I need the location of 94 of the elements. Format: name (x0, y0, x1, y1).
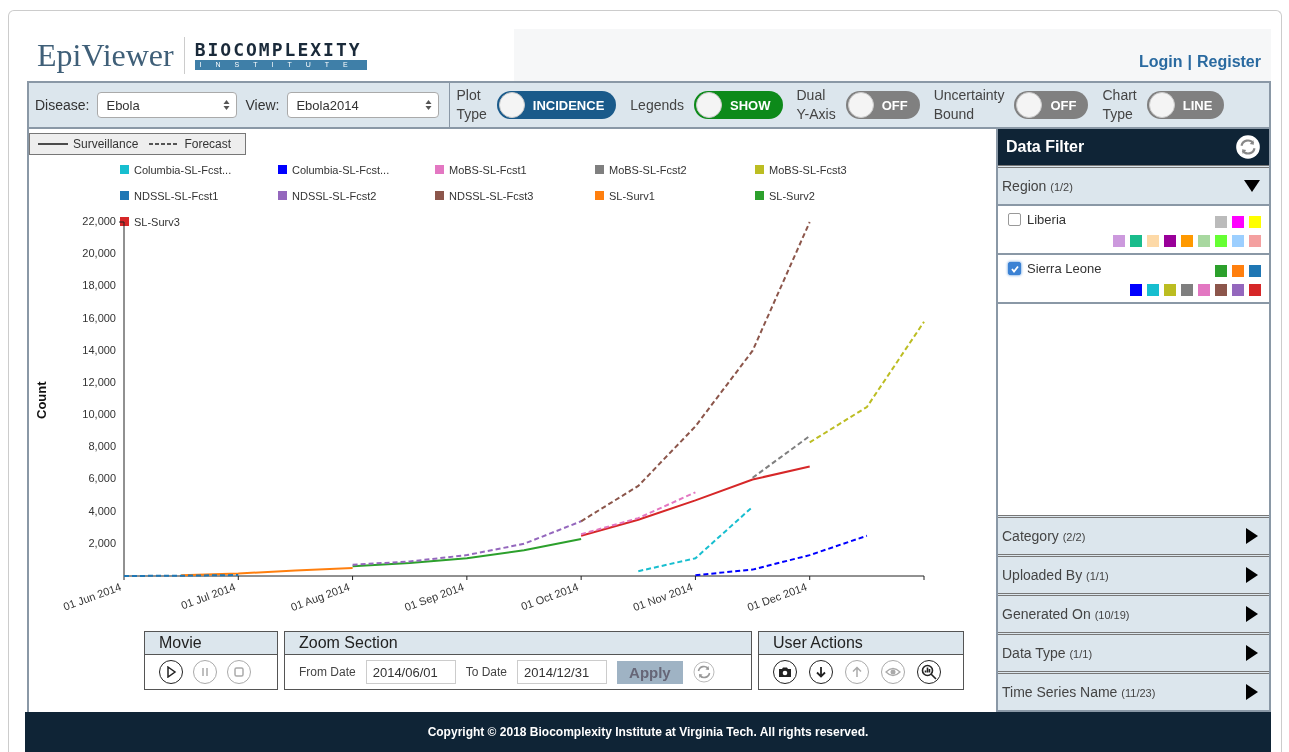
filter-section-header[interactable]: Category (2/2) (998, 515, 1269, 554)
panel-title: Zoom Section (285, 632, 751, 655)
x-tick-label: 01 Dec 2014 (745, 580, 809, 614)
chart-zoom-button[interactable] (917, 660, 941, 684)
field-label: From Date (299, 665, 356, 679)
line-sample-icon (149, 142, 180, 146)
y-tick-label: 18,000 (82, 279, 116, 292)
filter-section-header[interactable]: Uploaded By (1/1) (998, 554, 1269, 593)
toggle-label: Dual Y-Axis (796, 86, 836, 124)
toggle-switch[interactable]: OFF (845, 91, 920, 119)
legend-label: SL-Surv3 (134, 216, 180, 228)
region-label: Sierra Leone (1027, 261, 1102, 276)
line-sample-icon (38, 142, 68, 146)
legend-swatch (435, 165, 444, 174)
select-label: Disease: (35, 97, 90, 113)
copyright-text: Copyright © 2018 Biocomplexity Institute at Virginia Tech. All rights reserved. (427, 725, 869, 739)
legend-swatch (435, 191, 444, 200)
legend-label: SL-Surv2 (769, 190, 815, 202)
y-tick-label: 8,000 (88, 440, 116, 453)
toggle-switch[interactable]: OFF (1014, 91, 1089, 119)
filter-section-header[interactable]: Region (1/2) (998, 165, 1269, 204)
legend-label: Surveillance (73, 137, 139, 151)
legend-swatch (278, 165, 287, 174)
toggle-label: Chart Type (1102, 86, 1137, 124)
toggle-switch[interactable]: SHOW (694, 91, 783, 119)
legend-label: Forecast (184, 137, 232, 151)
toggle-label: Legends (630, 95, 685, 115)
logo-title: BIOCOMPLEXITY (194, 40, 363, 60)
legend-swatch (120, 217, 129, 226)
x-tick-label: 01 Jun 2014 (61, 580, 123, 613)
panel-title: Movie (145, 632, 277, 655)
legend-label: NDSSL-SL-Fcst3 (449, 190, 534, 202)
filter-section-header[interactable]: Generated On (10/19) (998, 593, 1269, 632)
up-down-caret-icon (223, 99, 231, 111)
y-tick-label: 4,000 (88, 504, 116, 517)
magnifier-chart-icon (921, 664, 937, 680)
filter-section-header[interactable]: Time Series Name (11/23) (998, 671, 1269, 710)
play-button[interactable] (159, 660, 183, 684)
app-name: EpiViewer (37, 36, 185, 74)
up-down-caret-icon (425, 99, 433, 111)
y-tick-label: 12,000 (82, 375, 116, 388)
legend-label: MoBS-SL-Fcst3 (769, 164, 847, 176)
legend-swatch (595, 165, 604, 174)
y-tick-label: 6,000 (88, 472, 116, 485)
checkbox[interactable] (1008, 262, 1021, 275)
y-tick-label: 10,000 (82, 408, 116, 421)
y-tick-label: 14,000 (82, 343, 116, 356)
y-tick-label: 16,000 (82, 311, 116, 324)
date-field[interactable]: 2014/06/01 (365, 660, 456, 684)
toggle-switch[interactable]: INCIDENCE (496, 91, 617, 119)
legend-swatch (595, 191, 604, 200)
toggle-label: Uncertainty Bound (933, 86, 1005, 124)
toggle-switch[interactable]: LINE (1146, 91, 1225, 119)
y-tick-label: 22,000 (82, 215, 116, 227)
region-label: Liberia (1027, 212, 1067, 227)
play-icon (165, 666, 177, 678)
legend-swatch (755, 191, 764, 200)
login-link[interactable]: Login (1138, 53, 1183, 71)
stop-icon (233, 666, 245, 678)
legend-label: Columbia-SL-Fcst... (292, 164, 390, 176)
link-separator: | (1187, 53, 1192, 71)
legend-swatch (120, 165, 129, 174)
refresh-icon[interactable] (1235, 134, 1261, 160)
camera-button[interactable] (773, 660, 797, 684)
dropdown[interactable]: Ebola2014 (287, 92, 440, 118)
dropdown[interactable]: Ebola (97, 92, 238, 118)
checkbox[interactable] (1008, 213, 1021, 226)
field-label: To Date (465, 665, 508, 679)
x-tick-label: 01 Oct 2014 (519, 580, 580, 613)
legend-label: NDSSL-SL-Fcst1 (134, 190, 219, 202)
legend-swatch (278, 191, 287, 200)
x-tick-label: 01 Nov 2014 (631, 580, 695, 614)
legend-label: SL-Surv1 (609, 190, 655, 202)
y-tick-label: 2,000 (88, 536, 116, 549)
panel-title: User Actions (759, 632, 963, 655)
legend-label: MoBS-SL-Fcst2 (609, 164, 687, 176)
select-label: View: (245, 97, 280, 113)
download-button[interactable] (809, 660, 833, 684)
register-link[interactable]: Register (1196, 53, 1261, 71)
x-tick-label: 01 Jul 2014 (179, 580, 237, 612)
y-axis-title: Count (34, 381, 49, 419)
toggle-label: Plot Type (456, 86, 487, 124)
legend-label: Columbia-SL-Fcst... (134, 164, 232, 176)
legend-swatch (120, 191, 129, 200)
x-tick-label: 01 Sep 2014 (402, 580, 466, 614)
legend-label: MoBS-SL-Fcst1 (449, 164, 527, 176)
legend-swatch (755, 165, 764, 174)
pause-icon (199, 666, 211, 678)
filter-title: Data Filter (1006, 138, 1085, 156)
x-tick-label: 01 Aug 2014 (289, 580, 352, 613)
filter-section-header[interactable]: Data Type (1/1) (998, 632, 1269, 671)
y-tick-label: 20,000 (82, 247, 116, 260)
legend-label: NDSSL-SL-Fcst2 (292, 190, 377, 202)
date-field[interactable]: 2014/12/31 (517, 660, 608, 684)
